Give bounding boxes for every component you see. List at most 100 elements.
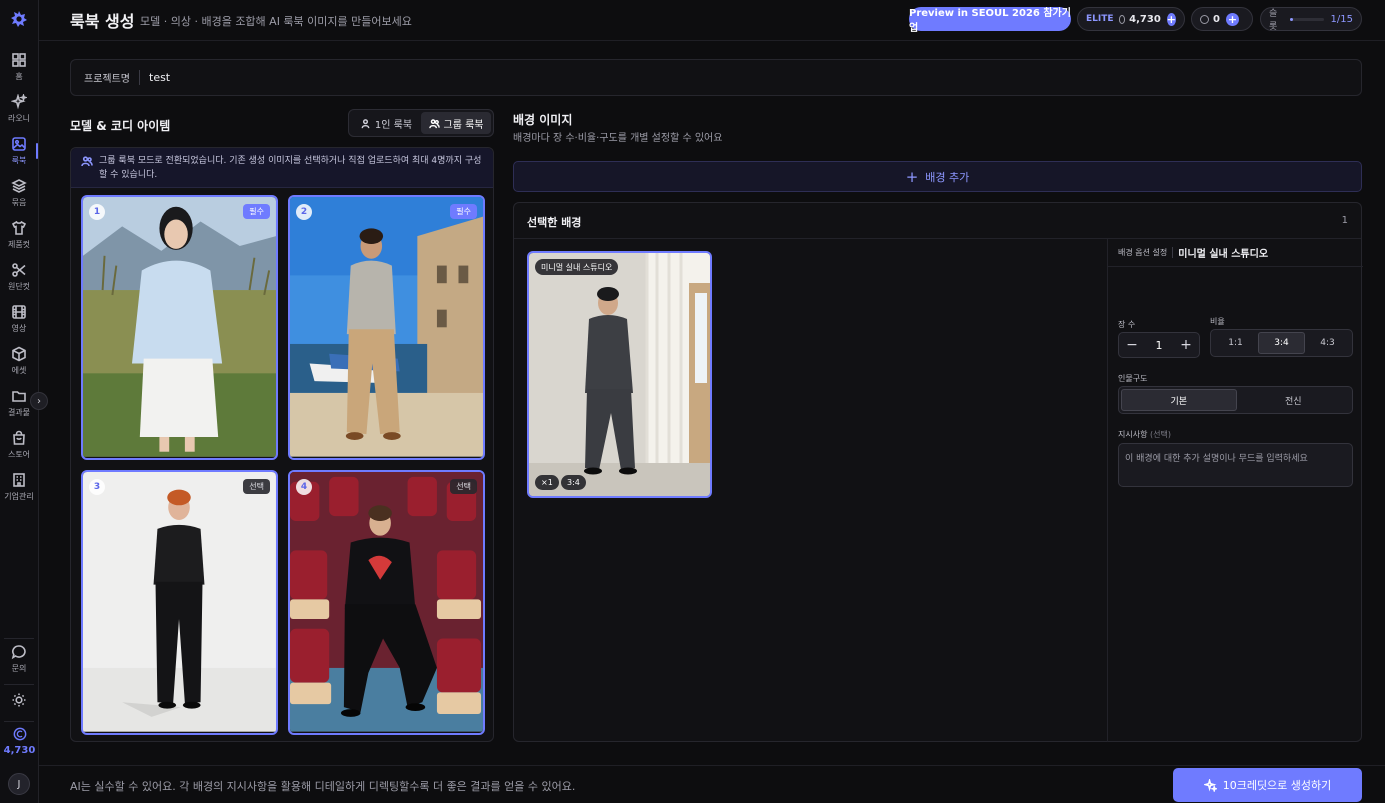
theme-toggle[interactable] [0,692,38,732]
film-icon [12,305,26,319]
selected-background-panel: 선택한 배경 1 미니멀 실내 스튜디오 ×1 3:4 배경 옵션 설정 미니멀… [513,202,1363,742]
ratio-option-3-4[interactable]: 3:4 [1258,332,1305,354]
nav-label: 영상 [11,324,27,333]
people-icon [81,156,93,167]
people-icon [428,118,440,128]
group-mode-notice: 그룹 룩북 모드로 전환되었습니다. 기존 생성 이미지를 선택하거나 직접 업… [71,148,493,188]
nav-label: 룩북 [11,156,27,165]
nav-bundle[interactable]: 묶음 [0,178,38,218]
model-photo [290,197,483,457]
model-card[interactable]: 3 선택 [81,470,278,735]
selected-background-count: 1 [1341,215,1348,226]
footer: AI는 실수할 수 있어요. 각 배경의 지시사항을 활용해 디테일하게 디렉팅… [39,765,1385,803]
divider [4,721,34,722]
model-card[interactable]: 2 필수 [288,195,485,460]
add-background-button[interactable]: + 배경 추가 [513,161,1362,192]
add-credit-icon[interactable]: + [1166,12,1176,26]
selected-background-title: 선택한 배경 [527,216,582,229]
active-indicator [36,143,38,159]
slot-progress [1290,17,1324,21]
mode-group-button[interactable]: 그룹 룩북 [421,112,491,134]
project-value[interactable]: test [149,71,170,84]
nav-label: 에셋 [11,366,27,375]
ai-disclaimer: AI는 실수할 수 있어요. 각 배경의 지시사항을 활용해 디테일하게 디렉팅… [70,780,576,793]
nav-store[interactable]: 스토어 [0,430,38,470]
nav-fabric-cut[interactable]: 원단컷 [0,262,38,302]
plan-credits-pill[interactable]: ELITE 4,730 + [1077,7,1185,31]
background-card[interactable]: 미니멀 실내 스튜디오 ×1 3:4 [527,251,712,498]
cube-icon [12,346,26,362]
avatar[interactable]: J [8,773,30,795]
nav-lookbook[interactable]: 룩북 [0,136,38,176]
bag-icon [13,430,25,445]
folder-icon [12,391,26,402]
chevron-right-icon[interactable]: › [30,392,48,410]
mode-group-label: 그룹 룩북 [443,119,484,131]
grid-icon [12,53,26,67]
ratio-selector: 1:1 3:4 4:3 [1210,329,1353,357]
nav-label: 제품컷 [7,240,31,249]
selected-background-header: 선택한 배경 1 [514,203,1361,239]
card-number: 1 [89,204,105,220]
slot-count: 1/15 [1330,13,1353,25]
model-photo [83,197,276,457]
notice-text: 그룹 룩북 모드로 전환되었습니다. 기존 생성 이미지를 선택하거나 직접 업… [99,156,482,180]
options-header-value: 미니멀 실내 스튜디오 [1178,249,1269,260]
nav-product-cut[interactable]: 제품컷 [0,220,38,260]
project-name-field[interactable]: 프로젝트명 test [70,59,1362,96]
ratio-option-1-1[interactable]: 1:1 [1213,332,1258,354]
count-label: 장 수 [1118,320,1136,329]
sparkle-icon [1203,778,1217,792]
nav-label: 홈 [15,72,23,81]
secondary-credits-pill[interactable]: 0 + [1191,7,1253,31]
project-label: 프로젝트명 [84,70,140,85]
decrement-button[interactable]: − [1124,337,1140,353]
nav-home[interactable]: 홈 [0,52,38,92]
composition-selector: 기본 전신 [1118,386,1353,414]
background-photo [529,253,710,496]
nav-label: 원단컷 [7,282,31,291]
nav-inquiry[interactable]: 문의 [0,644,38,684]
lookbook-mode-toggle: 1인 룩북 그룹 룩북 [348,109,494,137]
page-subtitle: 모델 · 의상 · 배경을 조합해 AI 룩북 이미지를 만들어보세요 [140,15,412,28]
app-logo-icon[interactable] [7,8,31,30]
chat-bubble-icon [11,645,26,660]
sidebar-credits[interactable]: 4,730 [0,727,39,756]
nav-label: 묶음 [11,198,27,207]
person-icon [361,118,370,128]
count-value: 1 [1155,338,1163,352]
card-number: 4 [296,479,312,495]
nav-video[interactable]: 영상 [0,304,38,344]
ratio-option-4-3[interactable]: 4:3 [1305,332,1350,354]
coin-icon [1200,14,1209,24]
plus-icon: + [905,167,919,186]
sun-icon [12,693,26,707]
nav-raoni[interactable]: 라오니 [0,94,38,134]
nav-assets[interactable]: 에셋 [0,346,38,386]
count-chip: ×1 [535,475,559,490]
instruction-label: 지시사항 (선택) [1118,429,1171,440]
instruction-textarea[interactable]: 이 배경에 대한 추가 설명이나 무드를 입력하세요 [1118,443,1353,487]
sidebar-credit-value: 4,730 [3,745,36,756]
secondary-credit-value: 0 [1213,13,1220,25]
add-background-label: 배경 추가 [925,170,970,184]
model-card[interactable]: 4 선택 [288,470,485,735]
model-card[interactable]: 1 필수 [81,195,278,460]
models-panel: 그룹 룩북 모드로 전환되었습니다. 기존 생성 이미지를 선택하거나 직접 업… [70,147,494,742]
mode-single-button[interactable]: 1인 룩북 [351,112,421,134]
credit-value: 4,730 [1129,13,1161,25]
composition-option-basic[interactable]: 기본 [1121,389,1237,411]
preview-button[interactable]: Preview in SEOUL 2026 참가기업 [909,7,1071,34]
generate-button[interactable]: 10크레딧으로 생성하기 [1173,768,1362,802]
increment-button[interactable]: + [1178,337,1194,353]
ratio-label: 비율 [1210,317,1225,326]
card-number: 3 [89,479,105,495]
add-icon[interactable]: + [1225,12,1239,26]
composition-option-full-body[interactable]: 전신 [1237,389,1351,411]
slot-pill[interactable]: 슬롯 1/15 [1260,7,1362,32]
nav-label: 라오니 [7,114,31,123]
nav-enterprise[interactable]: 기업관리 [0,472,38,512]
generate-label: 10크레딧으로 생성하기 [1222,779,1332,792]
nav-label: 결과물 [7,408,31,417]
divider [4,638,34,639]
